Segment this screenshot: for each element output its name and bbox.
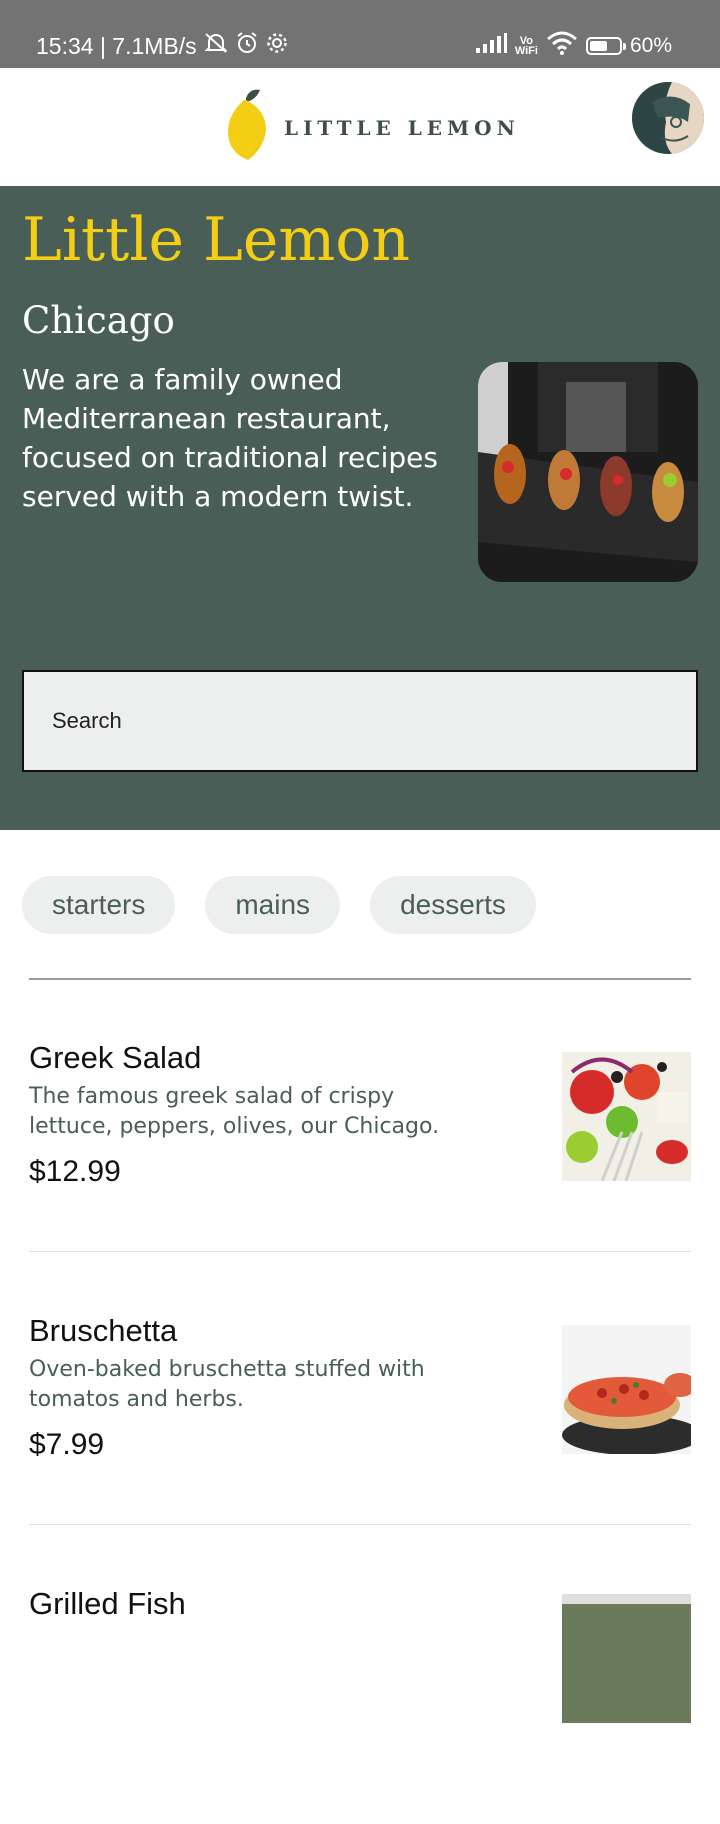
hero-title: Little Lemon [22,205,411,275]
category-chip-starters[interactable]: starters [22,876,176,934]
menu-item-description: The famous greek salad of crispy lettuce… [29,1084,440,1139]
search-placeholder: Search [52,708,122,733]
vowifi-line2: WiFi [514,45,538,57]
menu-item[interactable]: Greek Salad The famous greek salad of cr… [0,1038,720,1278]
section-divider [29,978,691,980]
app-header: LITTLE LEMON [0,68,720,186]
logo-text: LITTLE LEMON [284,116,520,140]
signal-icon [475,33,507,59]
category-chip-mains[interactable]: mains [205,876,341,934]
menu-item-image [562,1325,691,1454]
category-filters: starters mains desserts [22,876,536,934]
menu-item-price: $7.99 [29,1428,105,1461]
menu-item[interactable]: Grilled Fish [0,1584,720,1824]
battery-percent: 60% [629,34,672,57]
category-chip-desserts[interactable]: desserts [370,876,536,934]
settings-icon [265,31,289,61]
avatar[interactable] [632,82,704,154]
wifi-icon [546,31,578,61]
battery-fill [589,41,607,51]
hero-section: Little Lemon Chicago We are a family own… [0,186,720,830]
vowifi-icon: Vo WiFi [514,36,538,57]
menu-item-image [562,1052,691,1181]
battery-icon [585,37,626,55]
menu-divider [29,1524,691,1525]
hero-image [478,362,698,582]
menu-item-name: Greek Salad [29,1040,202,1075]
menu-item-name: Bruschetta [29,1313,178,1348]
search-input[interactable]: Search [22,670,698,772]
menu-item-name: Grilled Fish [29,1586,186,1621]
menu-item-image [562,1594,691,1723]
status-left: 15:34 | 7.1MB/s [36,30,289,62]
menu-item-description: Oven-baked bruschetta stuffed with tomat… [29,1357,425,1412]
menu-item[interactable]: Bruschetta Oven-baked bruschetta stuffed… [0,1311,720,1551]
menu-item-price: $12.99 [29,1155,121,1188]
status-time: 15:34 | 7.1MB/s [36,32,197,59]
lemon-logo-icon [224,88,270,168]
logo: LITTLE LEMON [224,88,520,168]
alarm-icon [235,31,259,61]
hero-description: We are a family owned Mediterranean rest… [22,363,438,513]
mute-icon [203,31,229,61]
status-right: Vo WiFi 60% [475,30,672,62]
hero-city: Chicago [22,299,175,342]
status-bar: 15:34 | 7.1MB/s Vo WiFi 60% [0,0,720,68]
menu-divider [29,1251,691,1252]
